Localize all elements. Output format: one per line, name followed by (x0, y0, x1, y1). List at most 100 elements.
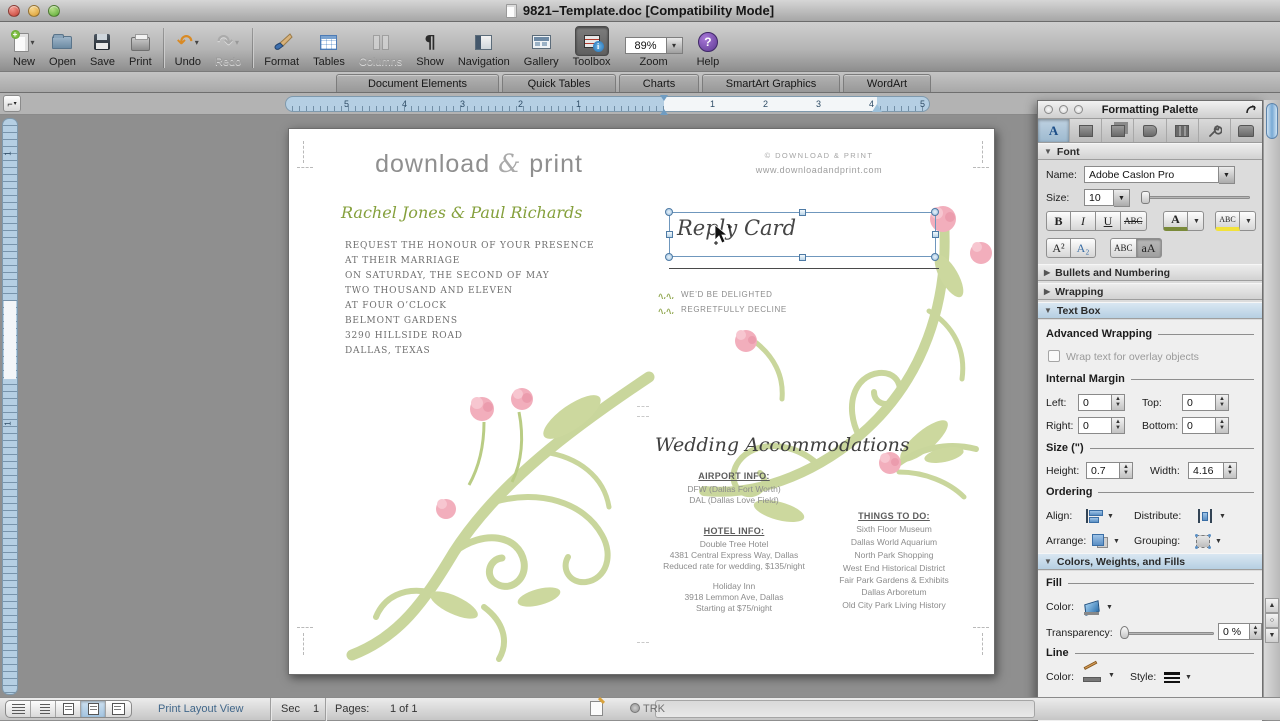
navigation-button[interactable]: Navigation (451, 26, 517, 68)
scrollbar-thumb[interactable] (1266, 103, 1278, 139)
bottom-margin-input[interactable]: 0 (1182, 417, 1216, 434)
selection-handle[interactable] (799, 254, 806, 261)
align-button[interactable]: ▼ (1086, 506, 1114, 526)
scroll-down-button[interactable]: ▼ (1265, 628, 1279, 643)
outline-view-button[interactable] (31, 701, 56, 717)
grouping-button[interactable]: ▼ (1196, 531, 1222, 551)
reference-tools-tab[interactable] (1134, 119, 1166, 142)
superscript-button[interactable]: A² (1046, 238, 1071, 258)
tab-stop-selector[interactable]: ⌐▾ (3, 95, 21, 112)
selection-handle[interactable] (932, 231, 939, 238)
show-button[interactable]: ¶ Show (409, 26, 451, 68)
zoom-dropdown-arrow[interactable]: ▾ (667, 37, 683, 54)
font-name-combobox[interactable]: Adobe Caslon Pro (1084, 166, 1219, 183)
highlight-dropdown-arrow[interactable]: ▼ (1240, 211, 1256, 231)
transparency-input[interactable]: 0 % (1218, 623, 1250, 640)
transparency-slider-thumb[interactable] (1120, 626, 1129, 639)
selection-handle[interactable] (665, 208, 673, 216)
line-color-button[interactable]: ▼ (1083, 665, 1115, 685)
height-stepper[interactable]: ▲▼ (1120, 462, 1133, 479)
selection-handle[interactable] (665, 253, 673, 261)
left-margin-stepper[interactable]: ▲▼ (1112, 394, 1125, 411)
right-margin-input[interactable]: 0 (1078, 417, 1112, 434)
horizontal-ruler[interactable]: 5 4 3 2 1 1 2 3 4 5 (285, 96, 930, 112)
browse-object-button[interactable]: ○ (1265, 613, 1279, 628)
format-button[interactable]: Format (257, 26, 306, 68)
font-name-dropdown-arrow[interactable]: ▼ (1219, 166, 1235, 184)
selection-handle[interactable] (666, 231, 673, 238)
font-size-combobox[interactable]: 10 (1084, 189, 1114, 206)
open-button[interactable]: Open (42, 26, 83, 68)
top-margin-input[interactable]: 0 (1182, 394, 1216, 411)
formatting-palette-tab[interactable]: A (1038, 119, 1070, 142)
change-case-button[interactable]: aA (1137, 238, 1162, 258)
page-edit-icon[interactable] (590, 701, 603, 716)
tables-button[interactable]: Tables (306, 26, 352, 68)
tab-smartart-graphics[interactable]: SmartArt Graphics (702, 74, 840, 92)
wrapping-section-header[interactable]: ▶Wrapping (1038, 283, 1262, 300)
width-stepper[interactable]: ▲▼ (1224, 462, 1237, 479)
help-button[interactable]: ? Help (690, 26, 727, 68)
bold-button[interactable]: B (1046, 211, 1071, 231)
scrapbook-tab[interactable] (1102, 119, 1134, 142)
font-color-button[interactable]: A (1163, 211, 1188, 231)
font-color-dropdown-arrow[interactable]: ▼ (1188, 211, 1204, 231)
selection-handle[interactable] (799, 209, 806, 216)
bottom-margin-stepper[interactable]: ▲▼ (1216, 417, 1229, 434)
distribute-button[interactable]: ▼ (1196, 506, 1226, 526)
reply-card-text[interactable]: Reply Card (677, 216, 796, 240)
font-size-dropdown-arrow[interactable]: ▼ (1114, 189, 1130, 207)
document-page[interactable]: download & print © DOWNLOAD & PRINT www.… (288, 128, 995, 675)
object-palette-tab[interactable] (1070, 119, 1102, 142)
undo-button[interactable]: ↶▾ Undo (168, 26, 208, 68)
undo-dropdown-arrow[interactable]: ▾ (195, 38, 199, 47)
height-input[interactable]: 0.7 (1086, 462, 1120, 479)
font-size-slider[interactable] (1142, 196, 1250, 199)
right-indent-marker[interactable] (872, 99, 882, 112)
vertical-ruler[interactable]: 1 1 (2, 118, 18, 695)
indent-marker[interactable] (660, 95, 669, 113)
underline-button[interactable]: U (1096, 211, 1121, 231)
compatibility-report-tab[interactable] (1199, 119, 1231, 142)
tab-wordart[interactable]: WordArt (843, 74, 931, 92)
fill-color-button[interactable]: ▼ (1083, 597, 1113, 617)
palette-minimize-button[interactable] (1059, 105, 1068, 114)
gallery-button[interactable]: Gallery (517, 26, 566, 68)
normal-view-button[interactable] (6, 701, 31, 717)
palette-collapse-icon[interactable] (1245, 104, 1257, 116)
publishing-view-button[interactable] (56, 701, 81, 717)
transparency-slider[interactable] (1122, 632, 1214, 635)
left-margin-input[interactable]: 0 (1078, 394, 1112, 411)
tab-document-elements[interactable]: Document Elements (336, 74, 499, 92)
arrange-button[interactable]: ▼ (1092, 531, 1120, 551)
vertical-scrollbar[interactable]: ▲ ○ ▼ (1263, 100, 1280, 720)
small-caps-button[interactable]: ABC (1110, 238, 1137, 258)
tab-charts[interactable]: Charts (619, 74, 699, 92)
top-margin-stepper[interactable]: ▲▼ (1216, 394, 1229, 411)
font-section-header[interactable]: ▼Font (1038, 143, 1262, 160)
colors-section-header[interactable]: ▼Colors, Weights, and Fills (1038, 553, 1262, 570)
new-dropdown-arrow[interactable]: ▾ (31, 38, 35, 47)
bullets-section-header[interactable]: ▶Bullets and Numbering (1038, 264, 1262, 281)
wrap-text-checkbox[interactable] (1048, 350, 1060, 362)
citations-tab[interactable] (1167, 119, 1199, 142)
scroll-up-button[interactable]: ▲ (1265, 598, 1279, 613)
palette-zoom-button[interactable] (1074, 105, 1083, 114)
print-layout-view-button[interactable] (81, 701, 106, 717)
tab-quick-tables[interactable]: Quick Tables (502, 74, 616, 92)
selection-handle[interactable] (931, 253, 939, 261)
print-button[interactable]: Print (122, 26, 159, 68)
font-size-slider-thumb[interactable] (1141, 191, 1150, 204)
track-changes-indicator[interactable]: TRK (630, 703, 665, 715)
close-window-button[interactable] (8, 5, 20, 17)
zoom-input[interactable]: 89% (625, 37, 667, 54)
italic-button[interactable]: I (1071, 211, 1096, 231)
highlight-button[interactable]: ABC (1215, 211, 1240, 231)
line-style-button[interactable]: ▼ (1164, 667, 1192, 687)
transparency-stepper[interactable]: ▲▼ (1250, 623, 1262, 640)
strikethrough-button[interactable]: ABC (1121, 211, 1147, 231)
width-input[interactable]: 4.16 (1188, 462, 1224, 479)
notebook-view-button[interactable] (106, 701, 131, 717)
reply-card-textbox[interactable]: Reply Card (669, 212, 936, 257)
textbox-section-header[interactable]: ▼Text Box (1038, 302, 1262, 319)
